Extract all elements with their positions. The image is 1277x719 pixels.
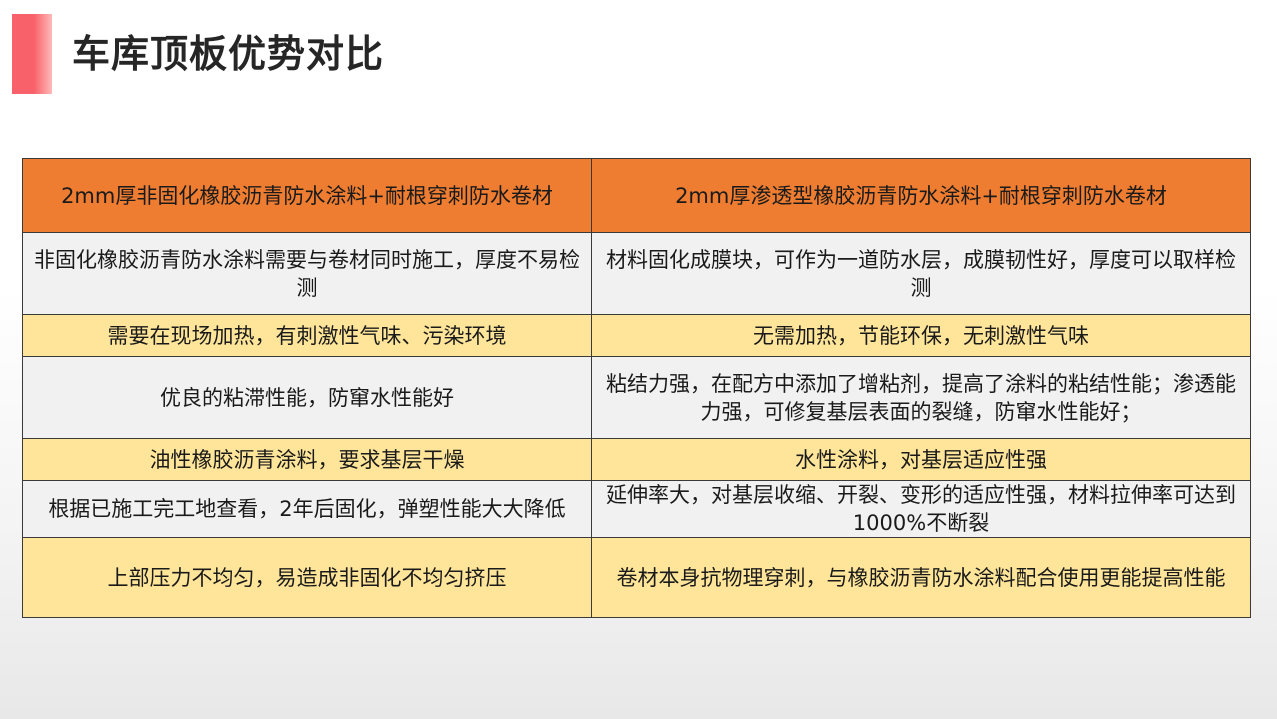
table-row: 非固化橡胶沥青防水涂料需要与卷材同时施工，厚度不易检测 材料固化成膜块，可作为一… [22, 232, 1251, 315]
table-row: 需要在现场加热，有刺激性气味、污染环境 无需加热，节能环保，无刺激性气味 [22, 314, 1251, 357]
table-row: 根据已施工完工地查看，2年后固化，弹塑性能大大降低 延伸率大，对基层收缩、开裂、… [22, 480, 1251, 538]
cell-right: 水性涂料，对基层适应性强 [591, 438, 1251, 481]
cell-left: 非固化橡胶沥青防水涂料需要与卷材同时施工，厚度不易检测 [22, 232, 592, 315]
table-row: 油性橡胶沥青涂料，要求基层干燥 水性涂料，对基层适应性强 [22, 438, 1251, 481]
cell-right: 材料固化成膜块，可作为一道防水层，成膜韧性好，厚度可以取样检测 [591, 232, 1251, 315]
cell-right: 延伸率大，对基层收缩、开裂、变形的适应性强，材料拉伸率可达到1000%不断裂 [591, 480, 1251, 538]
comparison-table-container: 2mm厚非固化橡胶沥青防水涂料+耐根穿刺防水卷材 2mm厚渗透型橡胶沥青防水涂料… [22, 158, 1251, 618]
cell-left: 上部压力不均匀，易造成非固化不均匀挤压 [22, 537, 592, 618]
table-row: 上部压力不均匀，易造成非固化不均匀挤压 卷材本身抗物理穿刺，与橡胶沥青防水涂料配… [22, 537, 1251, 618]
header-penetrating: 2mm厚渗透型橡胶沥青防水涂料+耐根穿刺防水卷材 [591, 158, 1251, 233]
cell-left: 需要在现场加热，有刺激性气味、污染环境 [22, 314, 592, 357]
comparison-table: 2mm厚非固化橡胶沥青防水涂料+耐根穿刺防水卷材 2mm厚渗透型橡胶沥青防水涂料… [22, 158, 1251, 618]
table-header-row: 2mm厚非固化橡胶沥青防水涂料+耐根穿刺防水卷材 2mm厚渗透型橡胶沥青防水涂料… [22, 158, 1251, 233]
cell-right: 卷材本身抗物理穿刺，与橡胶沥青防水涂料配合使用更能提高性能 [591, 537, 1251, 618]
cell-right: 粘结力强，在配方中添加了增粘剂，提高了涂料的粘结性能；渗透能力强，可修复基层表面… [591, 356, 1251, 439]
page-title: 车库顶板优势对比 [72, 32, 385, 76]
table-row: 优良的粘滞性能，防窜水性能好 粘结力强，在配方中添加了增粘剂，提高了涂料的粘结性… [22, 356, 1251, 439]
cell-left: 油性橡胶沥青涂料，要求基层干燥 [22, 438, 592, 481]
cell-left: 根据已施工完工地查看，2年后固化，弹塑性能大大降低 [22, 480, 592, 538]
cell-left: 优良的粘滞性能，防窜水性能好 [22, 356, 592, 439]
cell-right: 无需加热，节能环保，无刺激性气味 [591, 314, 1251, 357]
header-non-curing: 2mm厚非固化橡胶沥青防水涂料+耐根穿刺防水卷材 [22, 158, 592, 233]
title-accent-bar [12, 14, 52, 94]
